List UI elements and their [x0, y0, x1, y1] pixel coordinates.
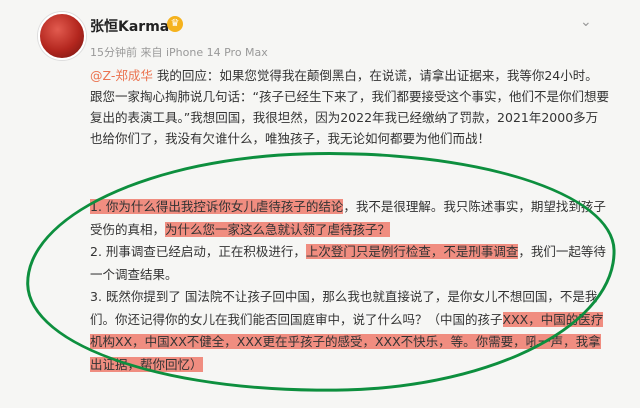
list-item-3: 3. 既然你提到了 国法院不让孩子回中国，那么我也就直接说了，是你女儿不想回国，… [90, 286, 610, 376]
highlight-3: 上次登门只是例行检查，不是刑事调查 [305, 244, 519, 259]
post-text-body: 我的回应：如果您觉得我在颠倒黑白，在说谎，请拿出证据来，我等你24小时。跟您一家… [90, 68, 609, 146]
list-item-2: 2. 刑事调查已经启动，正在积极进行，上次登门只是例行检查，不是刑事调查，我们一… [90, 241, 610, 286]
list-item-2-text-a: 2. 刑事调查已经启动，正在积极进行， [90, 244, 306, 259]
highlight-1: 1. 你为什么得出我控诉你女儿虐待孩子的结论 [90, 199, 344, 214]
post-text: @Z-郑成华 我的回应：如果您觉得我在颠倒黑白，在说谎，请拿出证据来，我等你24… [90, 65, 610, 149]
post-meta: 15分钟前 来自 iPhone 14 Pro Max [90, 46, 268, 59]
avatar[interactable] [38, 12, 86, 60]
chevron-down-icon[interactable]: ⌄ [580, 14, 592, 30]
weibo-post-card: 张恒Karma ♛ 15分钟前 来自 iPhone 14 Pro Max ⌄ @… [0, 0, 640, 408]
highlight-2: 为什么您一家这么急就认领了虐待孩子？ [165, 221, 391, 237]
mention-link[interactable]: @Z-郑成华 [90, 68, 153, 83]
list-item-1: 1. 你为什么得出我控诉你女儿虐待孩子的结论，我不是很理解。我只陈述事实，期望找… [90, 196, 610, 241]
username[interactable]: 张恒Karma [90, 16, 169, 36]
crown-icon: ♛ [167, 16, 183, 32]
post-list: 1. 你为什么得出我控诉你女儿虐待孩子的结论，我不是很理解。我只陈述事实，期望找… [90, 196, 610, 376]
